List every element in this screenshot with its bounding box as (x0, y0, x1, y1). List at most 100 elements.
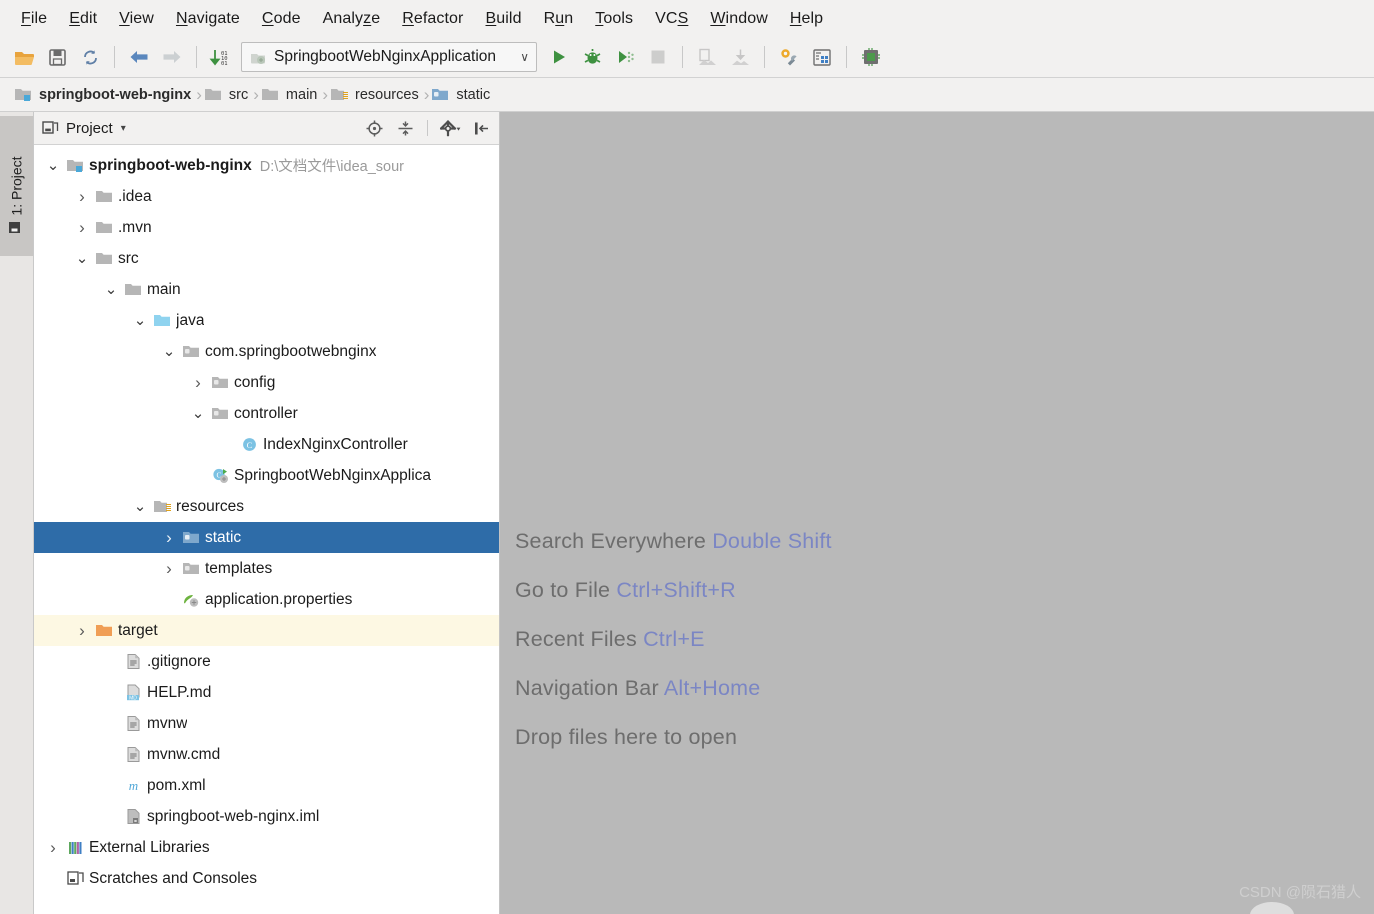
menu-item-navigate[interactable]: Navigate (165, 8, 251, 30)
tree-row-label: resources (176, 497, 245, 515)
chevron-right-icon[interactable]: › (71, 621, 93, 641)
tree-row[interactable]: springboot-web-nginx.iml (34, 801, 499, 832)
text-file-icon (122, 746, 144, 763)
run-configuration-selector[interactable]: SpringbootWebNginxApplication ∨ (241, 42, 537, 72)
chevron-down-icon[interactable]: ∨ (510, 50, 529, 64)
left-tool-window-strip: 1: Project (0, 112, 34, 914)
chevron-down-icon[interactable]: ⌄ (187, 406, 209, 421)
debug-icon[interactable] (576, 42, 608, 72)
project-tab-icon (8, 220, 24, 235)
collapse-all-icon[interactable] (393, 117, 417, 139)
chevron-down-icon[interactable]: ⌄ (129, 499, 151, 514)
breadcrumb-item-label: static (456, 86, 491, 103)
tree-row[interactable]: › .mvn (34, 212, 499, 243)
breadcrumb-item-src[interactable]: src (200, 82, 255, 107)
menu-item-view[interactable]: View (108, 8, 165, 30)
sync-icon[interactable] (74, 42, 106, 72)
chevron-down-icon[interactable]: ▾ (121, 123, 126, 134)
menu-item-refactor[interactable]: Refactor (391, 8, 474, 30)
chevron-right-icon[interactable]: › (158, 559, 180, 579)
tree-row[interactable]: › templates (34, 553, 499, 584)
tree-row[interactable]: C SpringbootWebNginxApplica (34, 460, 499, 491)
hide-panel-icon[interactable] (469, 117, 493, 139)
chevron-down-icon[interactable]: ⌄ (71, 251, 93, 266)
chevron-right-icon[interactable]: › (42, 838, 64, 858)
breadcrumb-item-label: resources (355, 86, 419, 103)
update-project-icon[interactable] (691, 42, 723, 72)
spring-boot-icon (251, 54, 265, 64)
tree-row[interactable]: › static (34, 522, 499, 553)
tree-row[interactable]: ⌄ com.springbootwebnginx (34, 336, 499, 367)
editor-hint-shortcut: Double Shift (712, 529, 832, 553)
chevron-right-icon[interactable]: › (71, 187, 93, 207)
breadcrumb-item-resources[interactable]: resources (326, 82, 426, 107)
chevron-right-icon[interactable]: › (71, 218, 93, 238)
tree-row[interactable]: MD HELP.md (34, 677, 499, 708)
menu-item-edit[interactable]: Edit (58, 8, 108, 30)
tree-row[interactable]: › External Libraries (34, 832, 499, 863)
static-folder-icon (431, 86, 450, 103)
package-icon (180, 560, 202, 577)
chevron-down-icon[interactable]: ⌄ (42, 158, 64, 173)
tree-row[interactable]: ⌄ controller (34, 398, 499, 429)
tree-row[interactable]: C IndexNginxController (34, 429, 499, 460)
tree-row[interactable]: ⌄ src (34, 243, 499, 274)
markdown-file-icon: MD (122, 684, 144, 701)
chevron-down-icon[interactable]: ⌄ (100, 282, 122, 297)
tree-row-label: External Libraries (89, 838, 210, 856)
editor-hint: Navigation Bar Alt+Home (515, 676, 832, 701)
project-tree[interactable]: ⌄ springboot-web-nginx D:\文档文件\idea_sour ›.… (34, 145, 499, 914)
sdk-icon[interactable] (855, 42, 887, 72)
tree-row[interactable]: › target (34, 615, 499, 646)
run-coverage-icon[interactable] (609, 42, 641, 72)
tree-row[interactable]: ⌄ resources (34, 491, 499, 522)
module-icon (14, 86, 33, 103)
tree-row[interactable]: ⌄ java (34, 305, 499, 336)
open-folder-icon[interactable] (8, 42, 40, 72)
chevron-down-icon[interactable]: ⌄ (158, 344, 180, 359)
menu-item-vcs[interactable]: VCS (644, 8, 699, 30)
tree-row[interactable]: Scratches and Consoles (34, 863, 499, 894)
run-configuration-label: SpringbootWebNginxApplication (274, 48, 497, 65)
menu-item-help[interactable]: Help (779, 8, 834, 30)
forward-arrow-icon[interactable] (156, 42, 188, 72)
menu-item-code[interactable]: Code (251, 8, 312, 30)
chevron-right-icon[interactable]: › (158, 528, 180, 548)
locate-target-icon[interactable] (362, 117, 386, 139)
panel-settings-icon[interactable] (438, 117, 462, 139)
menu-item-file[interactable]: File (10, 8, 58, 30)
breadcrumb-item-main[interactable]: main (257, 82, 324, 107)
tree-row[interactable]: › config (34, 367, 499, 398)
tree-row[interactable]: › .idea (34, 181, 499, 212)
chevron-right-icon[interactable]: › (187, 373, 209, 393)
save-all-icon[interactable] (41, 42, 73, 72)
tree-row[interactable]: ⌄ main (34, 274, 499, 305)
tree-row[interactable]: mvnw (34, 708, 499, 739)
menu-item-analyze[interactable]: Analyze (312, 8, 392, 30)
project-structure-icon[interactable] (806, 42, 838, 72)
tree-row[interactable]: mvnw.cmd (34, 739, 499, 770)
tree-row[interactable]: ⌄ springboot-web-nginx D:\文档文件\idea_sour (34, 150, 499, 181)
run-icon[interactable] (543, 42, 575, 72)
settings-icon[interactable] (773, 42, 805, 72)
breadcrumb-item-springboot-web-nginx[interactable]: springboot-web-nginx (10, 82, 198, 107)
editor-area[interactable]: Search Everywhere Double Shift Go to File… (500, 112, 1374, 914)
sidebar-item-project-tab[interactable]: 1: Project (0, 116, 33, 256)
iml-file-icon (122, 808, 144, 825)
tree-row[interactable]: m pom.xml (34, 770, 499, 801)
back-arrow-icon[interactable] (123, 42, 155, 72)
compile-icon[interactable]: 01 10 01 (205, 42, 237, 72)
tree-row[interactable]: .gitignore (34, 646, 499, 677)
editor-hint-shortcut: Ctrl+E (643, 627, 705, 651)
menu-item-build[interactable]: Build (475, 8, 533, 30)
folder-icon (122, 281, 144, 298)
stop-icon[interactable] (642, 42, 674, 72)
menu-item-window[interactable]: Window (699, 8, 779, 30)
chevron-down-icon[interactable]: ⌄ (129, 313, 151, 328)
menu-item-run[interactable]: Run (533, 8, 585, 30)
menu-item-tools[interactable]: Tools (584, 8, 644, 30)
commit-icon[interactable] (724, 42, 756, 72)
tree-row[interactable]: application.properties (34, 584, 499, 615)
breadcrumb-item-static[interactable]: static (427, 82, 497, 107)
text-file-icon (122, 715, 144, 732)
